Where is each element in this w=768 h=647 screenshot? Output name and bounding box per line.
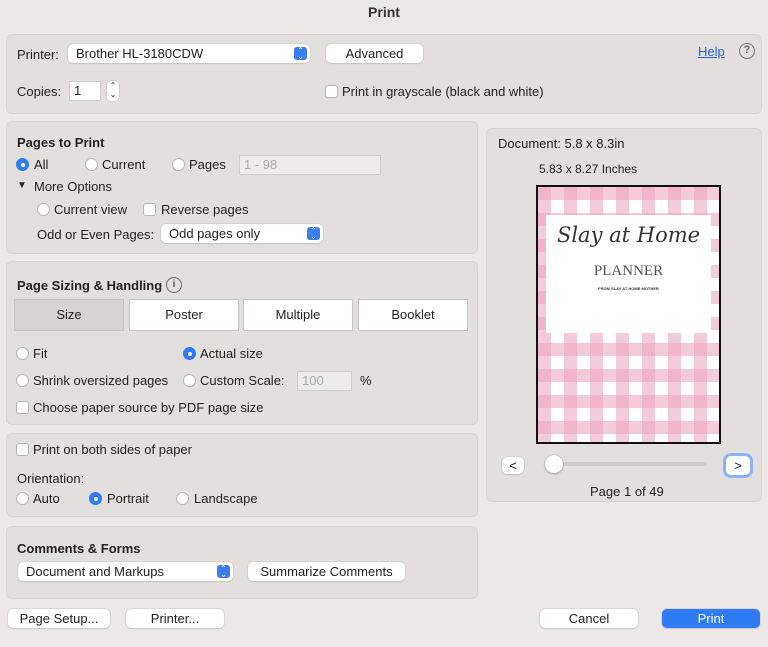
comments-value: Document and Markups	[26, 564, 165, 579]
printer-value: Brother HL-3180CDW	[76, 46, 204, 61]
chevron-updown-icon: ⌃ ⌄	[307, 227, 320, 241]
orientation-label: Orientation:	[17, 471, 85, 486]
page-tagline: FROM SLAY AT HOME MOTHER	[598, 286, 659, 291]
current-view-label: Current view	[54, 202, 127, 217]
fit-radio[interactable]	[16, 347, 29, 360]
page-setup-button[interactable]: Page Setup...	[8, 609, 110, 628]
advanced-button[interactable]: Advanced	[326, 44, 423, 63]
chevron-updown-icon: ⌃ ⌄	[217, 565, 230, 579]
grayscale-checkbox[interactable]	[325, 85, 338, 98]
portrait-label: Portrait	[107, 491, 149, 506]
tab-booklet[interactable]: Booklet	[358, 299, 468, 331]
disclosure-triangle-icon[interactable]: ▼	[17, 180, 27, 191]
info-icon[interactable]: i	[166, 277, 182, 293]
custom-scale-label: Custom Scale:	[200, 373, 285, 388]
scale-input[interactable]: 100	[297, 371, 352, 391]
paper-source-label: Choose paper source by PDF page size	[33, 400, 264, 415]
both-sides-label: Print on both sides of paper	[33, 442, 192, 457]
odd-even-label: Odd or Even Pages:	[37, 227, 155, 242]
next-page-button[interactable]: >	[726, 456, 750, 475]
window-title: Print	[368, 4, 400, 20]
page-indicator: Page 1 of 49	[590, 484, 664, 499]
current-label: Current	[102, 157, 146, 172]
help-icon[interactable]: ?	[739, 43, 755, 59]
grayscale-label: Print in grayscale (black and white)	[342, 84, 544, 99]
odd-even-select[interactable]: Odd pages only ⌃ ⌄	[161, 224, 323, 243]
page-title-script: Slay at Home	[556, 223, 701, 247]
chevron-updown-icon: ⌃ ⌄	[294, 47, 307, 61]
paper-size-label: 5.83 x 8.27 Inches	[539, 162, 638, 176]
odd-even-value: Odd pages only	[169, 226, 261, 241]
all-radio[interactable]	[16, 158, 29, 171]
pages-heading: Pages to Print	[17, 135, 105, 150]
document-size-label: Document: 5.8 x 8.3in	[498, 136, 625, 151]
copies-input[interactable]: 1	[69, 81, 101, 101]
pages-label: Pages	[189, 157, 226, 172]
printer-label: Printer:	[17, 47, 59, 62]
reverse-pages-label: Reverse pages	[161, 202, 249, 217]
auto-label: Auto	[33, 491, 60, 506]
shrink-label: Shrink oversized pages	[33, 373, 169, 388]
portrait-radio[interactable]	[89, 492, 102, 505]
pages-radio[interactable]	[172, 158, 185, 171]
all-label: All	[34, 157, 49, 172]
actual-size-label: Actual size	[200, 346, 263, 361]
tab-size[interactable]: Size	[14, 299, 124, 331]
shrink-radio[interactable]	[16, 374, 29, 387]
both-sides-checkbox[interactable]	[16, 443, 29, 456]
page-range-input[interactable]: 1 - 98	[239, 155, 381, 175]
cancel-button[interactable]: Cancel	[540, 609, 638, 628]
tab-multiple[interactable]: Multiple	[243, 299, 353, 331]
tab-poster[interactable]: Poster	[129, 299, 239, 331]
custom-scale-radio[interactable]	[183, 374, 196, 387]
actual-size-radio[interactable]	[183, 347, 196, 360]
page-slider[interactable]	[553, 462, 707, 466]
landscape-radio[interactable]	[176, 492, 189, 505]
copies-stepper[interactable]: ⌃ ⌄	[107, 81, 119, 101]
slider-thumb[interactable]	[545, 455, 563, 473]
help-link[interactable]: Help	[698, 44, 725, 59]
auto-radio[interactable]	[16, 492, 29, 505]
paper-source-checkbox[interactable]	[16, 401, 29, 414]
copies-label: Copies:	[17, 84, 62, 99]
current-view-radio[interactable]	[37, 203, 50, 216]
summarize-comments-button[interactable]: Summarize Comments	[248, 562, 405, 581]
print-button[interactable]: Print	[662, 609, 760, 628]
more-options-toggle[interactable]: More Options	[34, 179, 112, 194]
printer-select[interactable]: Brother HL-3180CDW ⌃ ⌄	[68, 44, 310, 63]
page-subtitle: PLANNER	[593, 263, 664, 279]
percent-label: %	[360, 373, 372, 388]
printer-button[interactable]: Printer...	[126, 609, 224, 628]
page-preview: Slay at Home PLANNER FROM SLAY AT HOME M…	[536, 185, 721, 444]
sizing-heading: Page Sizing & Handling	[17, 278, 163, 293]
previous-page-button[interactable]: <	[502, 457, 524, 474]
landscape-label: Landscape	[194, 491, 258, 506]
comments-heading: Comments & Forms	[17, 541, 141, 556]
reverse-pages-checkbox[interactable]	[143, 203, 156, 216]
current-radio[interactable]	[85, 158, 98, 171]
comments-select[interactable]: Document and Markups ⌃ ⌄	[18, 562, 233, 581]
fit-label: Fit	[33, 346, 48, 361]
